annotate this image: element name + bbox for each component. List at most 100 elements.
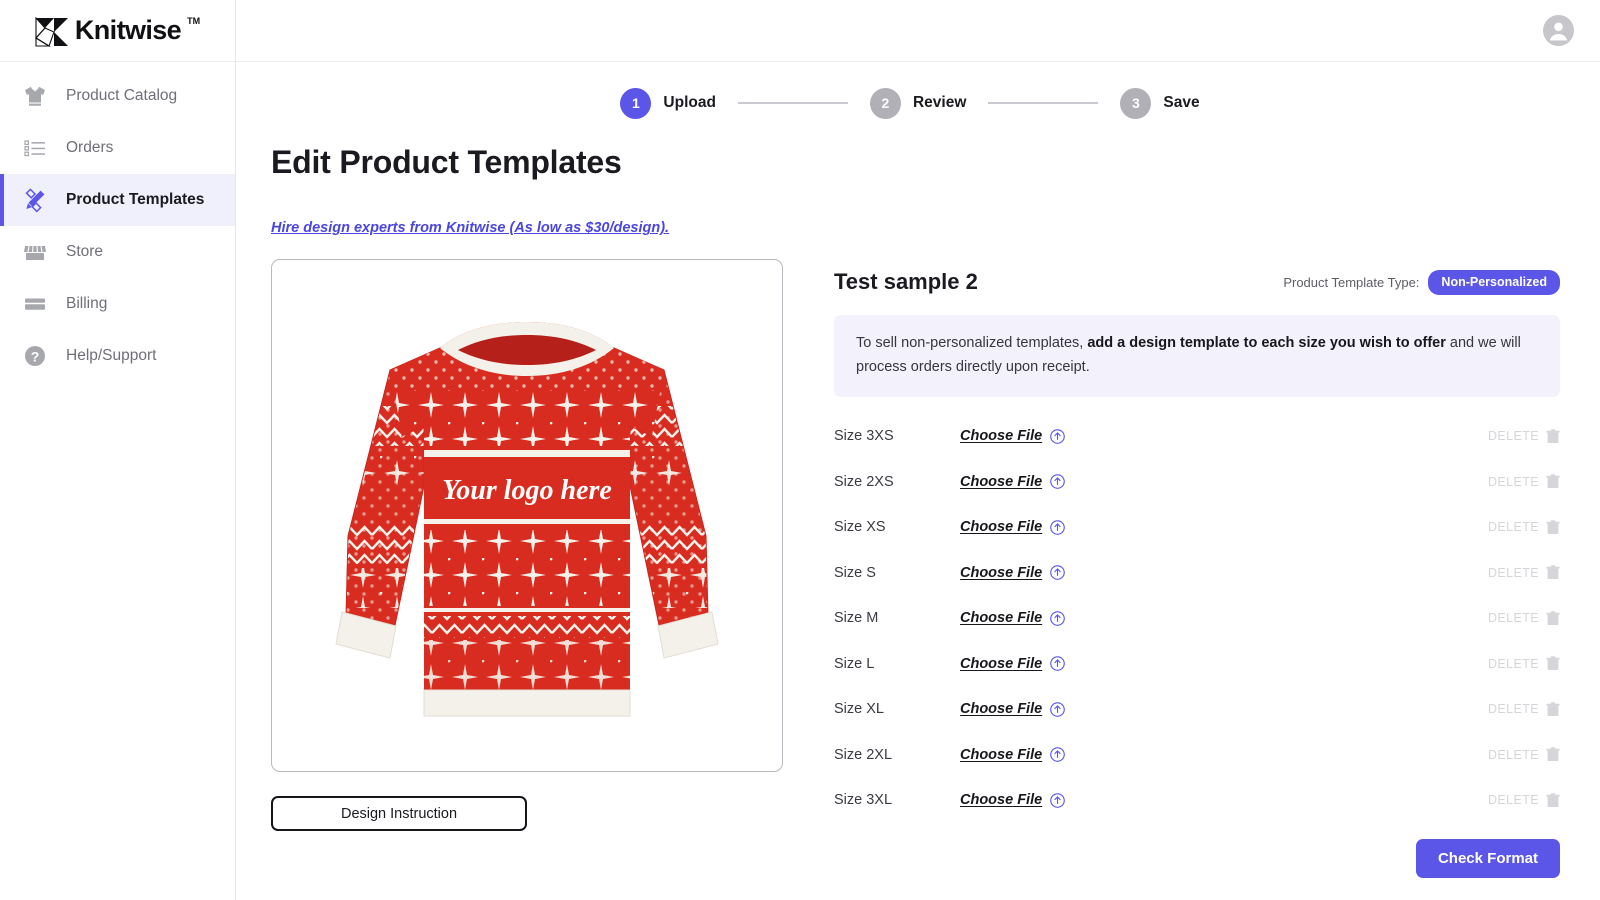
app-root: Knitwise TM Product Catalog (0, 0, 1600, 900)
upload-icon (1050, 793, 1065, 808)
sidebar-item-label: Orders (66, 139, 113, 157)
table-row: Size XS Choose File DELETE (834, 504, 1560, 550)
choose-file-button[interactable]: Choose File (960, 474, 1065, 490)
size-label: Size 3XS (834, 428, 960, 444)
size-label: Size XL (834, 701, 960, 717)
trash-icon (1546, 565, 1560, 580)
delete-button[interactable]: DELETE (1488, 429, 1560, 444)
brand-name: Knitwise (75, 15, 181, 45)
detail-header: Test sample 2 Product Template Type: Non… (834, 265, 1560, 299)
upload-icon (1050, 702, 1065, 717)
choose-file-label: Choose File (960, 474, 1042, 490)
delete-label: DELETE (1488, 566, 1539, 580)
choose-file-label: Choose File (960, 565, 1042, 581)
product-template-type-label: Product Template Type: (1283, 275, 1419, 290)
size-label: Size 2XS (834, 474, 960, 490)
sidebar-item-product-templates[interactable]: Product Templates (0, 174, 235, 226)
choose-file-label: Choose File (960, 747, 1042, 763)
trash-icon (1546, 656, 1560, 671)
step-label: Upload (663, 94, 716, 112)
size-label: Size XS (834, 519, 960, 535)
trash-icon (1546, 520, 1560, 535)
size-label: Size L (834, 656, 960, 672)
delete-label: DELETE (1488, 748, 1539, 762)
table-row: Size XL Choose File DELETE (834, 686, 1560, 732)
list-icon (22, 135, 48, 161)
table-row: Size 2XS Choose File DELETE (834, 459, 1560, 505)
choose-file-label: Choose File (960, 656, 1042, 672)
delete-label: DELETE (1488, 429, 1539, 443)
table-row: Size 3XL Choose File DELETE (834, 777, 1560, 823)
credit-card-icon (22, 291, 48, 317)
choose-file-button[interactable]: Choose File (960, 565, 1065, 581)
sidebar-item-billing[interactable]: Billing (0, 278, 235, 330)
choose-file-button[interactable]: Choose File (960, 792, 1065, 808)
sidebar-item-label: Product Catalog (66, 87, 177, 105)
page-content: 1 Upload 2 Review 3 Save Edit Product Te… (236, 86, 1600, 900)
trash-icon (1546, 793, 1560, 808)
trash-icon (1546, 429, 1560, 444)
sidebar-item-orders[interactable]: Orders (0, 122, 235, 174)
sweater-preview-image: Your logo here (312, 286, 742, 746)
sidebar-item-store[interactable]: Store (0, 226, 235, 278)
delete-button[interactable]: DELETE (1488, 520, 1560, 535)
size-label: Size S (834, 565, 960, 581)
upload-icon (1050, 656, 1065, 671)
delete-label: DELETE (1488, 702, 1539, 716)
step-number: 3 (1120, 88, 1151, 119)
sweater-icon (22, 83, 48, 109)
delete-button[interactable]: DELETE (1488, 565, 1560, 580)
choose-file-button[interactable]: Choose File (960, 610, 1065, 626)
preview-column: Your logo here Design Instruction (271, 259, 783, 831)
trash-icon (1546, 747, 1560, 762)
user-avatar-icon[interactable] (1543, 15, 1574, 46)
table-row: Size 2XL Choose File DELETE (834, 732, 1560, 778)
brand-logo[interactable]: Knitwise TM (0, 0, 235, 62)
delete-label: DELETE (1488, 520, 1539, 534)
sidebar-item-help-support[interactable]: ? Help/Support (0, 330, 235, 382)
product-preview-box: Your logo here (271, 259, 783, 772)
knitwise-logo-mark-icon (35, 17, 69, 47)
size-template-list: Size 3XS Choose File DELETE (834, 413, 1560, 823)
choose-file-button[interactable]: Choose File (960, 519, 1065, 535)
trash-icon (1546, 702, 1560, 717)
table-row: Size S Choose File DELETE (834, 550, 1560, 596)
choose-file-button[interactable]: Choose File (960, 747, 1065, 763)
sweater-logo-text: Your logo here (442, 475, 612, 506)
choose-file-label: Choose File (960, 701, 1042, 717)
sidebar-nav: Product Catalog Orders (0, 62, 235, 382)
delete-button[interactable]: DELETE (1488, 474, 1560, 489)
step-number: 2 (870, 88, 901, 119)
step-save[interactable]: 3 Save (1120, 88, 1199, 119)
delete-button[interactable]: DELETE (1488, 611, 1560, 626)
size-label: Size 3XL (834, 792, 960, 808)
step-review[interactable]: 2 Review (870, 88, 966, 119)
step-connector (988, 102, 1098, 104)
check-format-button[interactable]: Check Format (1416, 839, 1560, 878)
hire-design-experts-link[interactable]: Hire design experts from Knitwise (As lo… (271, 220, 669, 236)
table-row: Size M Choose File DELETE (834, 595, 1560, 641)
choose-file-button[interactable]: Choose File (960, 656, 1065, 672)
design-instruction-button[interactable]: Design Instruction (271, 796, 527, 831)
sidebar-item-label: Product Templates (66, 191, 204, 209)
choose-file-label: Choose File (960, 610, 1042, 626)
upload-icon (1050, 747, 1065, 762)
table-row: Size L Choose File DELETE (834, 641, 1560, 687)
step-upload[interactable]: 1 Upload (620, 88, 716, 119)
main-area: 1 Upload 2 Review 3 Save Edit Product Te… (236, 0, 1600, 900)
trash-icon (1546, 611, 1560, 626)
info-banner: To sell non-personalized templates, add … (834, 315, 1560, 397)
step-number: 1 (620, 88, 651, 119)
delete-button[interactable]: DELETE (1488, 793, 1560, 808)
delete-button[interactable]: DELETE (1488, 702, 1560, 717)
size-label: Size 2XL (834, 747, 960, 763)
choose-file-button[interactable]: Choose File (960, 428, 1065, 444)
sidebar-item-product-catalog[interactable]: Product Catalog (0, 70, 235, 122)
sidebar-item-label: Store (66, 243, 103, 261)
design-pencil-ruler-icon (22, 187, 48, 213)
choose-file-button[interactable]: Choose File (960, 701, 1065, 717)
delete-button[interactable]: DELETE (1488, 747, 1560, 762)
delete-button[interactable]: DELETE (1488, 656, 1560, 671)
step-connector (738, 102, 848, 104)
choose-file-label: Choose File (960, 519, 1042, 535)
